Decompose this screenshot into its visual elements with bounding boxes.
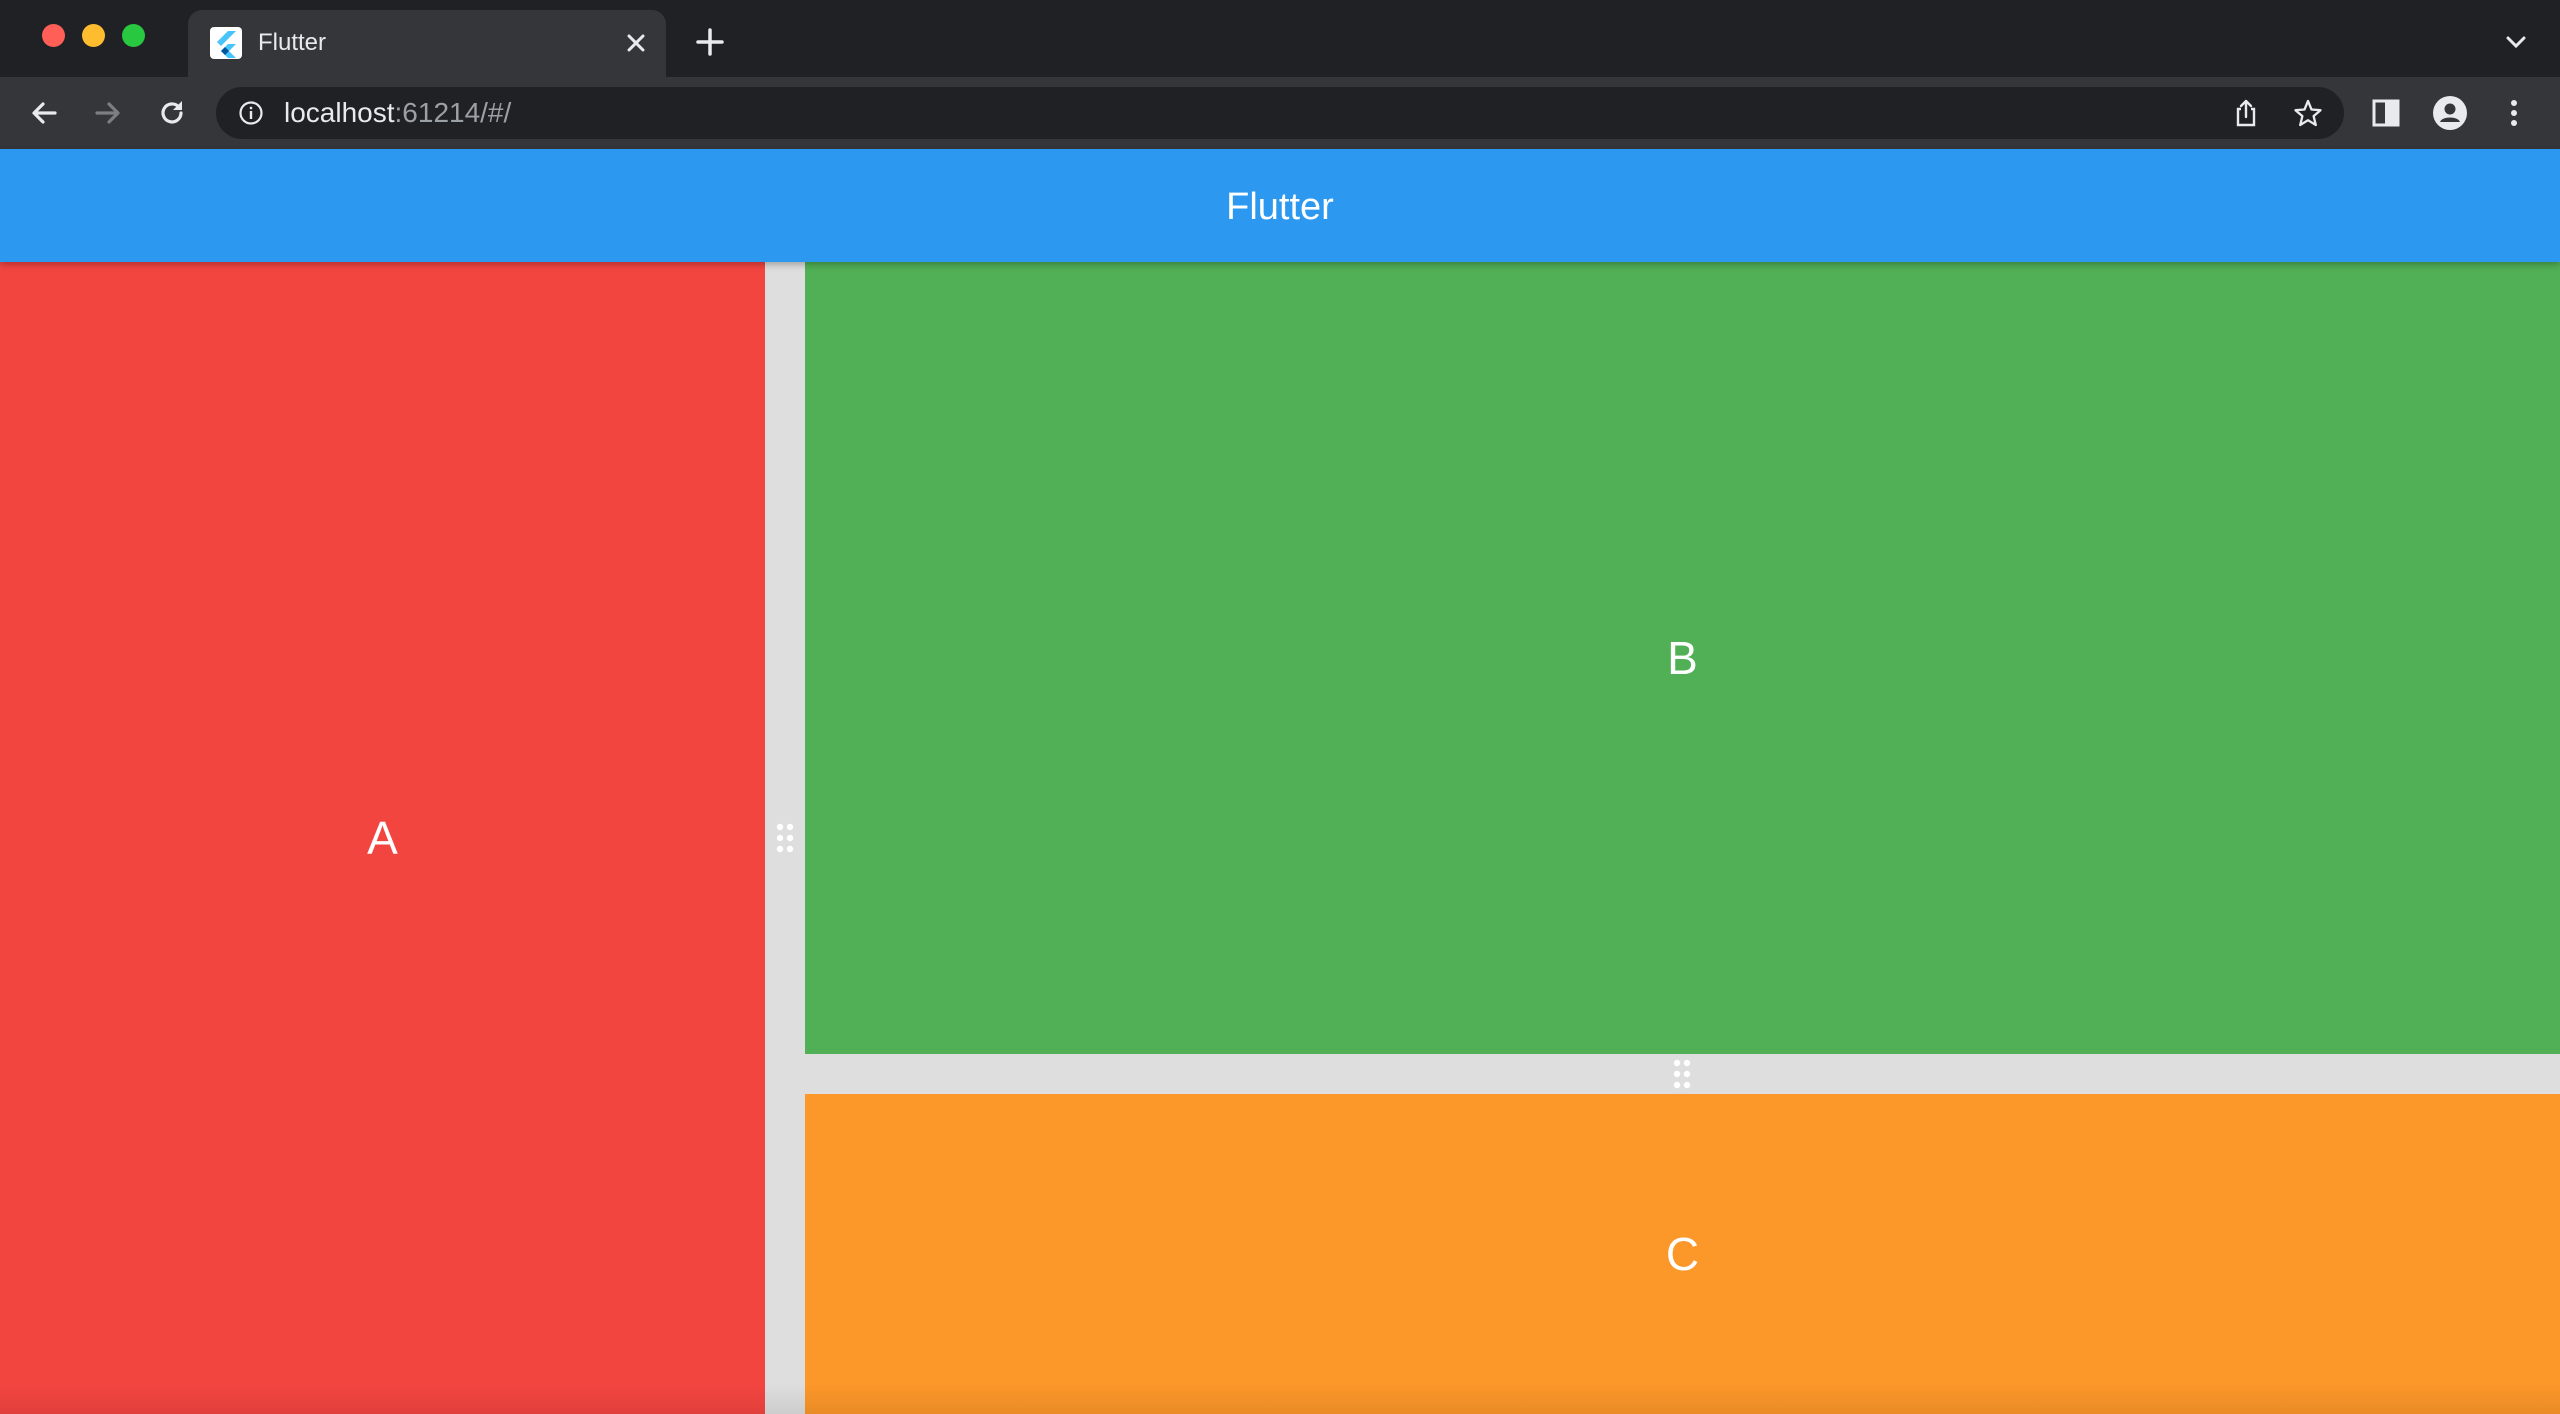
profile-icon (2433, 96, 2467, 130)
chevron-down-icon (2506, 36, 2526, 49)
url-host: localhost (284, 97, 395, 128)
drag-handle-icon[interactable] (775, 822, 795, 854)
bookmark-button[interactable] (2292, 97, 2324, 129)
share-icon (2236, 99, 2256, 127)
back-button[interactable] (26, 95, 62, 131)
browser-window: Flutter localhost:61214/#/ Flutter A B C (0, 0, 2560, 1414)
close-icon (627, 34, 645, 52)
pane-c-label: C (1665, 1228, 1700, 1280)
pane-a: A (0, 262, 765, 1414)
drag-handle-icon[interactable] (1672, 1058, 1692, 1090)
tab-strip: Flutter (0, 0, 2560, 77)
app-bar: Flutter (0, 149, 2560, 262)
pane-b-label: B (1667, 632, 1698, 684)
tab-title: Flutter (258, 29, 327, 56)
app-bar-title: Flutter (1226, 186, 1334, 228)
info-icon[interactable] (238, 100, 264, 126)
close-window-button[interactable] (42, 24, 65, 47)
vertical-divider[interactable] (765, 262, 805, 1414)
reload-button[interactable] (154, 95, 190, 131)
side-panel-icon (2372, 99, 2400, 127)
pane-c: C (805, 1094, 2560, 1414)
share-button[interactable] (2230, 97, 2262, 129)
side-panel-button[interactable] (2368, 95, 2404, 131)
close-tab-button[interactable] (620, 27, 652, 59)
url-text[interactable]: localhost:61214/#/ (284, 97, 511, 129)
address-bar[interactable]: localhost:61214/#/ (216, 87, 2344, 139)
arrow-left-icon (32, 102, 57, 124)
arrow-right-icon (95, 102, 120, 124)
pane-a-label: A (367, 812, 398, 864)
plus-icon (696, 28, 724, 56)
minimize-window-button[interactable] (82, 24, 105, 47)
flutter-logo-icon (210, 27, 242, 59)
horizontal-divider[interactable] (805, 1054, 2560, 1094)
profile-button[interactable] (2432, 95, 2468, 131)
url-path: :61214/#/ (394, 97, 512, 128)
browser-menu-button[interactable] (2496, 95, 2532, 131)
tab-search-button[interactable] (2500, 26, 2532, 58)
star-icon (2294, 99, 2322, 127)
reload-icon (161, 101, 183, 124)
kebab-menu-icon (2511, 100, 2517, 126)
pane-b: B (805, 262, 2560, 1054)
browser-tab[interactable]: Flutter (188, 10, 666, 77)
split-view: A B C (0, 262, 2560, 1414)
forward-button[interactable] (90, 95, 126, 131)
new-tab-button[interactable] (690, 22, 730, 62)
maximize-window-button[interactable] (122, 24, 145, 47)
browser-toolbar: localhost:61214/#/ (0, 77, 2560, 149)
